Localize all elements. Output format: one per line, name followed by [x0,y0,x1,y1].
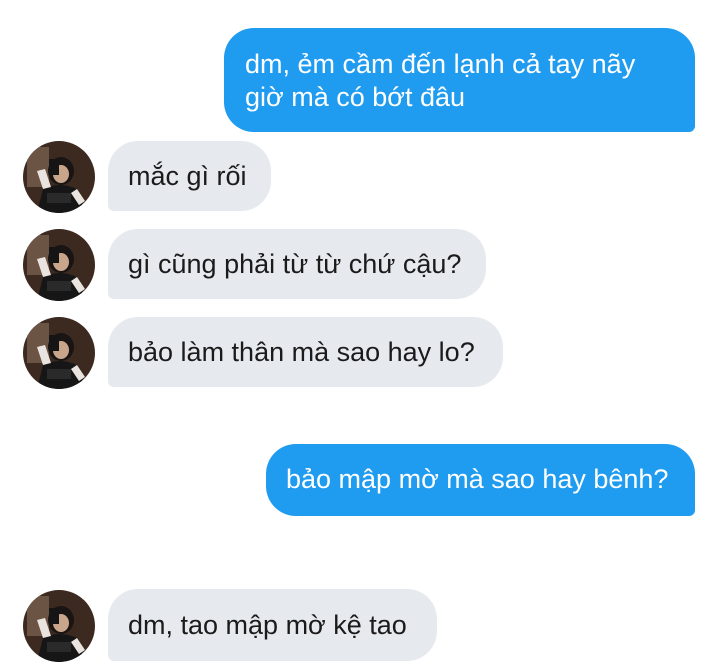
user-photo-avatar-icon [23,590,95,662]
user-photo-avatar-icon [23,317,95,389]
contact-avatar[interactable] [23,141,95,213]
chat-screen: { "conversation": { "messages": [ { "sen… [0,0,720,668]
outgoing-message-bubble[interactable]: bảo mập mờ mà sao hay bênh? [266,444,695,516]
outgoing-message-bubble[interactable]: dm, ẻm cầm đến lạnh cả tay nãy giờ mà có… [224,28,695,132]
user-photo-avatar-icon [23,229,95,301]
incoming-message-bubble[interactable]: gì cũng phải từ từ chứ cậu? [108,229,486,299]
incoming-message-bubble[interactable]: dm, tao mập mờ kệ tao [108,589,437,661]
contact-avatar[interactable] [23,229,95,301]
contact-avatar[interactable] [23,590,95,662]
contact-avatar[interactable] [23,317,95,389]
incoming-message-bubble[interactable]: mắc gì rối [108,141,271,211]
incoming-message-bubble[interactable]: bảo làm thân mà sao hay lo? [108,317,503,387]
user-photo-avatar-icon [23,141,95,213]
